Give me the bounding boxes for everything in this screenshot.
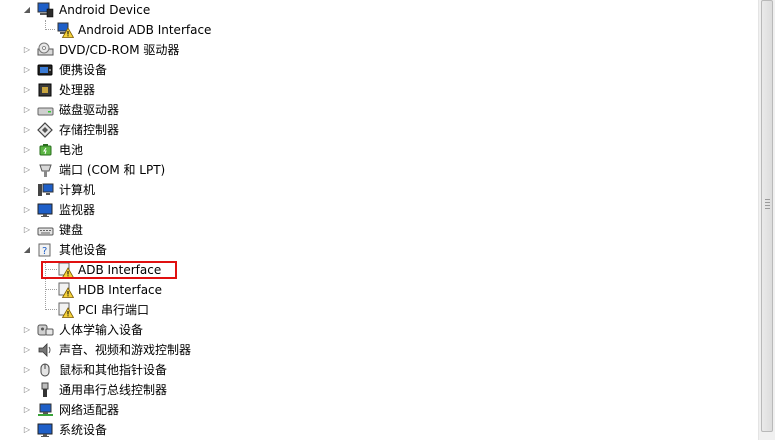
tree-node-sound-video-game[interactable]: ▷ 声音、视频和游戏控制器	[0, 340, 758, 360]
tree-node-label: 磁盘驱动器	[59, 103, 120, 117]
tree-node-dvd-rom[interactable]: ▷ DVD/CD-ROM 驱动器	[0, 40, 758, 60]
collapsed-arrow-icon[interactable]: ▷	[22, 144, 32, 156]
tree-node-battery[interactable]: ▷ 电池	[0, 140, 758, 160]
portable-device-icon	[37, 62, 54, 78]
collapsed-arrow-icon[interactable]: ▷	[22, 84, 32, 96]
processor-icon	[37, 82, 54, 98]
collapsed-arrow-icon[interactable]: ▷	[22, 64, 32, 76]
android-device-icon	[37, 2, 54, 18]
thumb-grip-line	[765, 202, 770, 203]
tree-node-storage-controllers[interactable]: ▷ 存储控制器	[0, 120, 758, 140]
collapsed-arrow-icon[interactable]: ▷	[22, 224, 32, 236]
tree-node-android-device[interactable]: ◢ Android Device	[0, 0, 758, 20]
tree-node-computer[interactable]: ▷ 计算机	[0, 180, 758, 200]
svg-text:?: ?	[42, 246, 47, 257]
tree-node-pci-serial-port[interactable]: PCI 串行端口	[0, 300, 758, 320]
tree-node-label: 系统设备	[59, 423, 108, 437]
tree-node-label: HDB Interface	[78, 283, 163, 297]
speaker-icon	[37, 342, 54, 358]
tree-node-disk-drives[interactable]: ▷ 磁盘驱动器	[0, 100, 758, 120]
tree-node-label: 声音、视频和游戏控制器	[59, 343, 192, 357]
tree-node-hid[interactable]: ▷ 人体学输入设备	[0, 320, 758, 340]
tree-node-label: Android ADB Interface	[78, 23, 212, 37]
usb-icon	[37, 382, 54, 398]
tree-node-label: 鼠标和其他指针设备	[59, 363, 168, 377]
tree-node-label: 存储控制器	[59, 123, 120, 137]
highlight-annotation-box	[41, 261, 177, 279]
tree-node-label: 计算机	[59, 183, 96, 197]
tree-node-system-devices[interactable]: ▷ 系统设备	[0, 420, 758, 440]
collapsed-arrow-icon[interactable]: ▷	[22, 404, 32, 416]
collapsed-arrow-icon[interactable]: ▷	[22, 344, 32, 356]
tree-node-label: DVD/CD-ROM 驱动器	[59, 43, 180, 57]
thumb-grip-line	[765, 205, 770, 206]
unknown-device-icon: ?	[37, 242, 54, 258]
tree-node-label: 电池	[59, 143, 84, 157]
collapsed-arrow-icon[interactable]: ▷	[22, 164, 32, 176]
tree-node-usb-controllers[interactable]: ▷ 通用串行总线控制器	[0, 380, 758, 400]
tree-node-label: 通用串行总线控制器	[59, 383, 168, 397]
device-warning-icon	[57, 22, 75, 38]
device-tree: ◢ Android Device Android ADB Interface ▷	[0, 0, 758, 440]
collapsed-arrow-icon[interactable]: ▷	[22, 384, 32, 396]
vertical-scrollbar[interactable]	[758, 0, 775, 440]
tree-node-other-devices[interactable]: ◢ ? 其他设备	[0, 240, 758, 260]
dvd-drive-icon	[37, 42, 54, 58]
collapsed-arrow-icon[interactable]: ▷	[22, 324, 32, 336]
tree-node-label: 监视器	[59, 203, 96, 217]
collapsed-arrow-icon[interactable]: ▷	[22, 204, 32, 216]
collapsed-arrow-icon[interactable]: ▷	[22, 364, 32, 376]
tree-node-keyboards[interactable]: ▷ 键盘	[0, 220, 758, 240]
scrollbar-thumb[interactable]	[761, 0, 773, 432]
collapsed-arrow-icon[interactable]: ▷	[22, 184, 32, 196]
tree-node-label: 端口 (COM 和 LPT)	[59, 163, 166, 177]
tree-node-label: PCI 串行端口	[78, 303, 149, 317]
tree-node-label: 便携设备	[59, 63, 108, 77]
tree-node-ports[interactable]: ▷ 端口 (COM 和 LPT)	[0, 160, 758, 180]
tree-node-label: 键盘	[59, 223, 84, 237]
expanded-arrow-icon[interactable]: ◢	[22, 4, 32, 16]
collapsed-arrow-icon[interactable]: ▷	[22, 124, 32, 136]
tree-node-label: 其他设备	[59, 243, 108, 257]
computer-icon	[37, 182, 54, 198]
tree-node-label: Android Device	[59, 3, 151, 17]
thumb-grip-line	[765, 199, 770, 200]
disk-drive-icon	[37, 102, 54, 118]
tree-node-monitors[interactable]: ▷ 监视器	[0, 200, 758, 220]
keyboard-icon	[37, 222, 54, 238]
tree-node-android-adb-interface[interactable]: Android ADB Interface	[0, 20, 758, 40]
tree-node-portable-devices[interactable]: ▷ 便携设备	[0, 60, 758, 80]
network-adapter-icon	[37, 402, 54, 418]
port-icon	[37, 162, 54, 178]
tree-node-processor[interactable]: ▷ 处理器	[0, 80, 758, 100]
system-device-icon	[37, 422, 54, 438]
thumb-grip-line	[765, 208, 770, 209]
tree-node-label: 网络适配器	[59, 403, 120, 417]
collapsed-arrow-icon[interactable]: ▷	[22, 44, 32, 56]
device-warning-icon	[57, 302, 75, 318]
tree-node-network-adapters[interactable]: ▷ 网络适配器	[0, 400, 758, 420]
tree-node-label: 处理器	[59, 83, 96, 97]
tree-node-hdb-interface[interactable]: HDB Interface	[0, 280, 758, 300]
mouse-icon	[37, 362, 54, 378]
monitor-icon	[37, 202, 54, 218]
collapsed-arrow-icon[interactable]: ▷	[22, 424, 32, 436]
battery-icon	[37, 142, 54, 158]
tree-node-mice[interactable]: ▷ 鼠标和其他指针设备	[0, 360, 758, 380]
collapsed-arrow-icon[interactable]: ▷	[22, 104, 32, 116]
hid-icon	[37, 322, 54, 338]
storage-controller-icon	[37, 122, 54, 138]
expanded-arrow-icon[interactable]: ◢	[22, 244, 32, 256]
device-warning-icon	[57, 282, 75, 298]
tree-node-label: 人体学输入设备	[59, 323, 144, 337]
